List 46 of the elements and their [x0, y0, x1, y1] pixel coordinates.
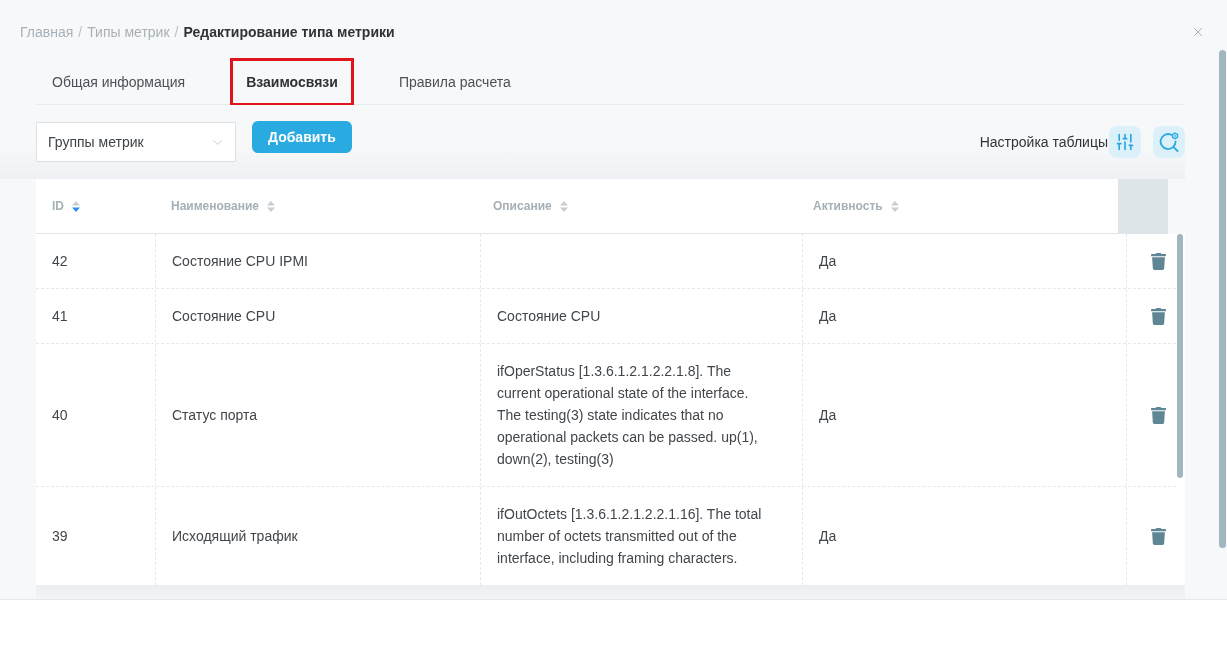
- sort-icon[interactable]: [267, 200, 276, 212]
- trash-icon: [1150, 307, 1167, 325]
- column-header[interactable]: Активность: [813, 199, 883, 213]
- sliders-icon: [1115, 132, 1135, 152]
- magnifier-gear-icon: [1159, 132, 1179, 152]
- table-settings-label: Настройка таблицы: [979, 134, 1108, 150]
- tab[interactable]: Общая информация: [36, 58, 202, 106]
- table-cell-text: 39: [51, 527, 69, 546]
- column-header[interactable]: Наименование: [171, 199, 260, 213]
- table-cell-text: 40: [51, 406, 69, 425]
- tab[interactable]: Правила расчета: [382, 58, 527, 106]
- column-header[interactable]: ID: [52, 199, 64, 213]
- table-cell: ifOperStatus [1.3.6.1.2.1.2.2.1.8]. The current operational state of the interface. The testing(3) state indicates that no operational packets can be passed. up(1), down(2), testing(3): [480, 344, 802, 486]
- table-cell-text: 41: [51, 307, 69, 326]
- table-cell: Состояние CPU IPMI: [155, 234, 480, 288]
- close-icon: [1191, 25, 1205, 39]
- close-button[interactable]: [1191, 25, 1205, 39]
- delete-button[interactable]: [1150, 252, 1167, 270]
- scrollbar-thumb[interactable]: [1219, 50, 1226, 548]
- sort-icon[interactable]: [72, 200, 80, 212]
- add-button[interactable]: Добавить: [252, 121, 352, 153]
- breadcrumb-link[interactable]: Главная: [20, 24, 74, 40]
- table-cell: Да: [802, 344, 1126, 486]
- column-header[interactable]: Описание: [493, 199, 552, 213]
- delete-button[interactable]: [1150, 406, 1167, 424]
- magnifier-gear-button[interactable]: [1153, 126, 1185, 158]
- trash-icon: [1150, 527, 1167, 545]
- scrollbar-thumb[interactable]: [1177, 234, 1183, 478]
- table-cell: Да: [802, 234, 1126, 288]
- delete-button[interactable]: [1150, 527, 1167, 545]
- breadcrumb-link[interactable]: Типы метрик: [87, 24, 170, 40]
- breadcrumb-current: Редактирование типа метрики: [183, 24, 395, 40]
- sort-icon[interactable]: [890, 200, 899, 212]
- breadcrumb-separator: /: [174, 24, 179, 40]
- select-field[interactable]: Группы метрик: [36, 122, 236, 162]
- trash-icon: [1150, 406, 1167, 424]
- table-cell-text: 42: [51, 252, 69, 271]
- sort-icon[interactable]: [559, 200, 568, 212]
- delete-button[interactable]: [1150, 307, 1167, 325]
- trash-icon: [1150, 252, 1167, 270]
- table-cell: Состояние CPU: [155, 289, 480, 343]
- breadcrumb-separator: /: [78, 24, 83, 40]
- sliders-button[interactable]: [1109, 126, 1141, 158]
- table-cell: Состояние CPU: [480, 289, 802, 343]
- table-cell: Да: [802, 289, 1126, 343]
- table-cell: Статус порта: [155, 344, 480, 486]
